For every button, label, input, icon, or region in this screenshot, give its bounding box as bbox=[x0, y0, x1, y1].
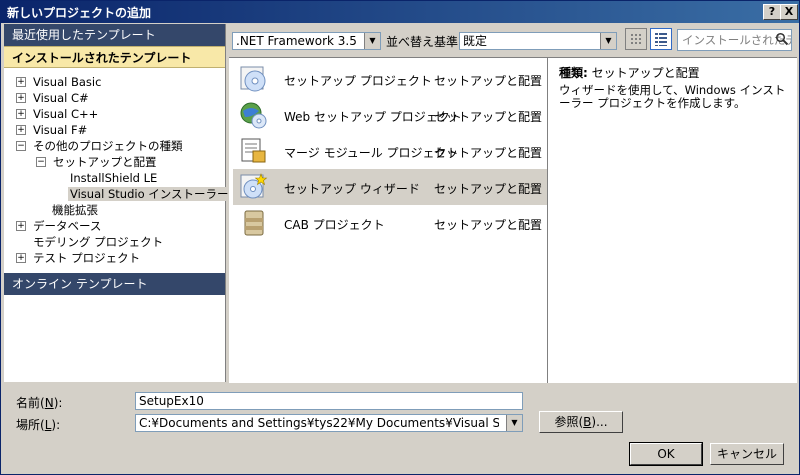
name-label: 名前(N): bbox=[16, 396, 63, 410]
project-category: セットアップと配置 bbox=[434, 74, 543, 88]
close-button[interactable]: X bbox=[780, 4, 798, 20]
merge-module-icon bbox=[241, 138, 266, 163]
tree-item-label: 機能拡張 bbox=[52, 203, 98, 217]
chevron-down-icon[interactable]: ▼ bbox=[506, 415, 522, 431]
framework-value: .NET Framework 3.5 bbox=[236, 34, 357, 48]
template-categories-pane: 最近使用したテンプレート インストールされたテンプレート + Visual Ba… bbox=[4, 24, 231, 382]
tree-item-label: データベース bbox=[33, 219, 102, 233]
small-icons-view-button[interactable] bbox=[625, 28, 647, 50]
add-new-project-dialog: 新しいプロジェクトの追加 ? X 最近使用したテンプレート インストールされたテ… bbox=[0, 0, 800, 475]
chevron-down-icon[interactable]: ▼ bbox=[600, 33, 616, 49]
tree-item-label: Visual F# bbox=[33, 123, 88, 137]
title-bar[interactable]: 新しいプロジェクトの追加 ? X bbox=[1, 1, 799, 23]
tree-item-label: Visual C# bbox=[33, 91, 89, 105]
location-combobox[interactable]: C:¥Documents and Settings¥tys22¥My Docum… bbox=[135, 414, 523, 432]
template-details-pane: 種類: セットアップと配置 ウィザードを使用して、Windows インストーラー… bbox=[548, 57, 797, 383]
web-setup-project-icon bbox=[240, 102, 267, 129]
setup-project-icon bbox=[240, 66, 266, 92]
sort-value: 既定 bbox=[463, 34, 488, 48]
tree-item-label: Visual Basic bbox=[33, 75, 102, 89]
project-name: マージ モジュール プロジェクト bbox=[284, 146, 459, 160]
tree-item-label: Visual Studio インストーラー bbox=[68, 187, 231, 201]
project-form: 名前(N): SetupEx10 場所(L): C:¥Documents and… bbox=[1, 385, 799, 474]
installed-templates-header[interactable]: インストールされたテンプレート bbox=[4, 46, 225, 68]
cancel-button[interactable]: キャンセル bbox=[710, 443, 784, 465]
tree-item-modeling-projects[interactable]: モデリング プロジェクト bbox=[33, 234, 163, 250]
project-category: セットアップと配置 bbox=[434, 110, 543, 124]
type-label: 種類: bbox=[559, 66, 588, 80]
online-templates-header[interactable]: オンライン テンプレート bbox=[4, 273, 225, 295]
browse-button[interactable]: 参照(B)... bbox=[539, 411, 623, 433]
list-item[interactable]: セットアップ プロジェクト セットアップと配置 bbox=[233, 61, 547, 97]
location-value: C:¥Documents and Settings¥tys22¥My Docum… bbox=[139, 416, 499, 430]
cab-project-icon bbox=[244, 210, 264, 236]
setup-wizard-icon bbox=[240, 173, 268, 199]
framework-select[interactable]: .NET Framework 3.5 ▼ bbox=[232, 32, 381, 50]
tree-item-label: セットアップと配置 bbox=[53, 155, 157, 169]
window-title: 新しいプロジェクトの追加 bbox=[7, 6, 152, 20]
type-value: セットアップと配置 bbox=[591, 66, 700, 80]
template-type: 種類: セットアップと配置 bbox=[559, 64, 700, 81]
tree-item-vs-installer[interactable]: Visual Studio インストーラー bbox=[68, 186, 231, 202]
expand-icon[interactable]: + bbox=[16, 77, 26, 87]
location-label: 場所(L): bbox=[16, 418, 61, 432]
tree-item-label: InstallShield LE bbox=[70, 171, 158, 185]
list-item[interactable]: セットアップ ウィザード セットアップと配置 bbox=[233, 169, 547, 205]
sort-label: 並べ替え基準: bbox=[386, 35, 463, 49]
project-name: セットアップ ウィザード bbox=[284, 182, 420, 196]
tree-item-label: モデリング プロジェクト bbox=[33, 235, 164, 249]
project-template-list: セットアップ プロジェクト セットアップと配置 Web セットアップ プロジェク… bbox=[229, 57, 548, 383]
project-category: セットアップと配置 bbox=[434, 182, 543, 196]
tree-item-extensibility[interactable]: 機能拡張 bbox=[52, 202, 98, 218]
expand-icon[interactable]: + bbox=[16, 221, 26, 231]
tree-item-label: テスト プロジェクト bbox=[33, 251, 141, 265]
project-name: セットアップ プロジェクト bbox=[284, 74, 432, 88]
list-item[interactable]: Web セットアップ プロジェクト セットアップと配置 bbox=[233, 97, 547, 133]
list-item[interactable]: CAB プロジェクト セットアップと配置 bbox=[233, 205, 547, 241]
ok-button[interactable]: OK bbox=[629, 442, 703, 466]
list-item[interactable]: マージ モジュール プロジェクト セットアップと配置 bbox=[233, 133, 547, 169]
expand-icon[interactable]: + bbox=[16, 93, 26, 103]
project-name: CAB プロジェクト bbox=[284, 218, 385, 232]
tree-item-label: Visual C++ bbox=[33, 107, 99, 121]
project-category: セットアップと配置 bbox=[434, 218, 543, 232]
expand-icon[interactable]: + bbox=[16, 253, 26, 263]
expand-icon[interactable]: + bbox=[16, 125, 26, 135]
expand-icon[interactable]: + bbox=[16, 109, 26, 119]
sort-select[interactable]: 既定 ▼ bbox=[459, 32, 617, 50]
search-installed-templates-input[interactable]: インストールされたテ bbox=[677, 29, 792, 51]
chevron-down-icon[interactable]: ▼ bbox=[364, 33, 380, 49]
recent-templates-header[interactable]: 最近使用したテンプレート bbox=[4, 24, 225, 46]
template-description: ウィザードを使用して、Windows インストーラー プロジェクトを作成します。 bbox=[559, 83, 786, 110]
tree-item-label: その他のプロジェクトの種類 bbox=[33, 139, 183, 153]
grid-view-icon bbox=[631, 34, 641, 44]
details-view-button[interactable] bbox=[650, 28, 672, 50]
project-name-input[interactable]: SetupEx10 bbox=[135, 392, 523, 410]
collapse-icon[interactable]: − bbox=[16, 141, 26, 151]
search-icon[interactable] bbox=[775, 32, 789, 46]
tree-item-installshield-le[interactable]: InstallShield LE bbox=[70, 170, 157, 186]
project-category: セットアップと配置 bbox=[434, 146, 543, 160]
collapse-icon[interactable]: − bbox=[36, 157, 46, 167]
help-button[interactable]: ? bbox=[763, 4, 781, 20]
list-view-icon bbox=[655, 33, 667, 46]
